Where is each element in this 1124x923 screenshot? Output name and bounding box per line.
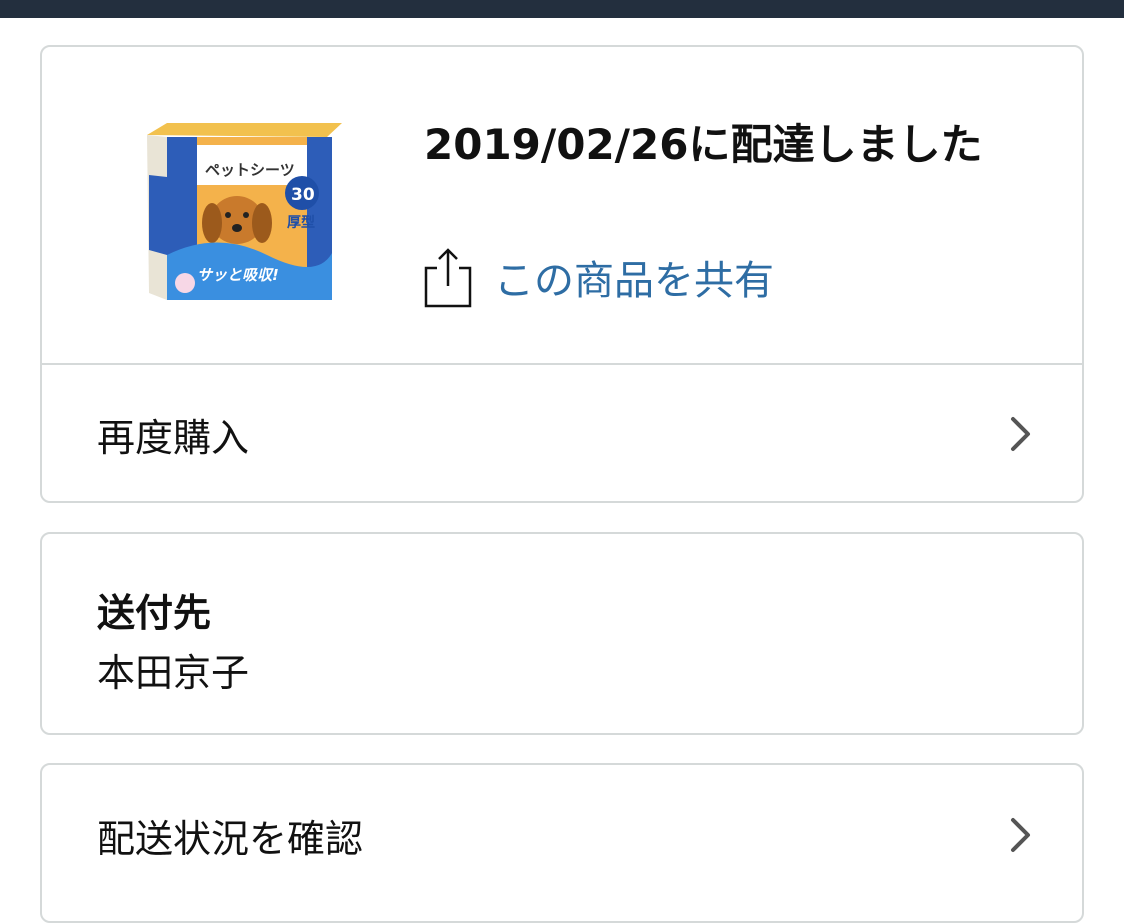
product-image-slogan-text: サッと吸収! bbox=[197, 266, 279, 284]
share-icon[interactable] bbox=[422, 246, 474, 308]
track-package-button[interactable]: 配送状況を確認 bbox=[42, 765, 1082, 905]
buy-again-button[interactable]: 再度購入 bbox=[42, 365, 1082, 501]
track-package-card: 配送状況を確認 bbox=[40, 763, 1084, 923]
product-image-type-text: 厚型 bbox=[287, 214, 315, 231]
order-item-card: ペットシーツ 30 厚型 サッと吸収! 2019/02/26に配達しました この… bbox=[40, 45, 1084, 503]
top-bar bbox=[0, 0, 1124, 18]
shipping-address-card: 送付先 本田京子 bbox=[40, 532, 1084, 735]
recipient-name: 本田京子 bbox=[97, 651, 250, 695]
product-image[interactable]: ペットシーツ 30 厚型 サッと吸収! bbox=[127, 115, 357, 305]
product-image-count-text: 30 bbox=[291, 185, 315, 205]
chevron-right-icon bbox=[1011, 417, 1030, 451]
chevron-right-icon bbox=[1011, 818, 1030, 852]
product-summary: ペットシーツ 30 厚型 サッと吸収! 2019/02/26に配達しました この… bbox=[42, 47, 1082, 365]
share-product-link[interactable]: この商品を共有 bbox=[422, 245, 774, 309]
delivery-status: 2019/02/26に配達しました bbox=[424, 120, 983, 169]
track-package-label: 配送状況を確認 bbox=[97, 816, 364, 861]
shipping-title: 送付先 bbox=[97, 591, 212, 635]
buy-again-label: 再度購入 bbox=[97, 415, 250, 460]
product-image-brand-text: ペットシーツ bbox=[205, 161, 295, 179]
share-label[interactable]: この商品を共有 bbox=[494, 248, 774, 306]
